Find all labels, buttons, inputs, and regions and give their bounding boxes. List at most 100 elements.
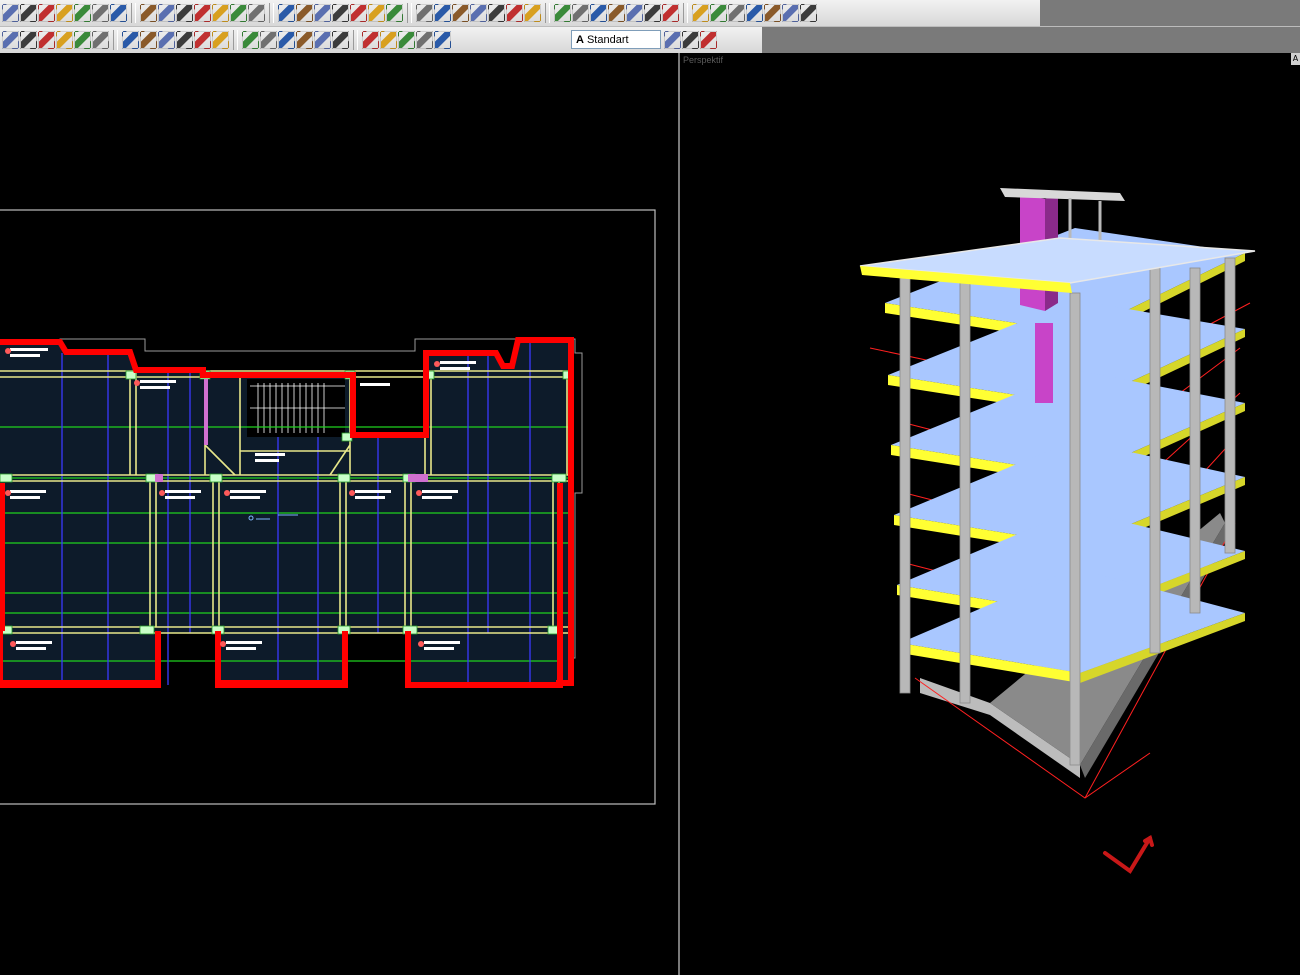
toolbar-separator (353, 30, 358, 50)
lightning-icon[interactable] (764, 4, 781, 22)
layer-icon[interactable] (644, 4, 661, 22)
toolbar-separator (407, 3, 412, 23)
toolbar-separator (233, 30, 238, 50)
elevator-shaft-lower (1035, 323, 1053, 403)
chamfer-icon[interactable] (416, 4, 433, 22)
hatch-icon[interactable] (380, 31, 397, 49)
rotate-icon[interactable] (212, 4, 229, 22)
pencil-icon[interactable] (110, 4, 127, 22)
offset-icon[interactable] (368, 4, 385, 22)
text-style-prefix: A (576, 34, 584, 46)
arc-tool-icon[interactable] (314, 31, 331, 49)
triangle-icon[interactable] (230, 4, 247, 22)
ortho-icon[interactable] (590, 4, 607, 22)
viewport-corner-button[interactable]: A (1291, 53, 1300, 65)
block-icon[interactable] (416, 31, 433, 49)
table-icon[interactable] (800, 4, 817, 22)
pile-icon[interactable] (56, 31, 73, 49)
dim-linear-icon[interactable] (452, 4, 469, 22)
wall-icon[interactable] (524, 4, 541, 22)
footing-icon[interactable] (38, 31, 55, 49)
zoom-icon[interactable] (38, 4, 55, 22)
select-icon[interactable] (434, 4, 451, 22)
measure-icon[interactable] (682, 31, 699, 49)
print-icon[interactable] (278, 31, 295, 49)
toolbar-row-1 (0, 0, 1300, 27)
move-icon[interactable] (194, 4, 211, 22)
toolbar-row-2-icons (2, 27, 451, 53)
toolbar-separator (131, 3, 136, 23)
circle-tool-icon[interactable] (332, 31, 349, 49)
lower-slab-2 (218, 631, 345, 685)
cross-icon[interactable] (350, 4, 367, 22)
column (1149, 267, 1161, 654)
toolbar-separator (269, 3, 274, 23)
column (959, 282, 971, 704)
toolbar-row-2: A Standart (0, 26, 1300, 54)
detail-icon[interactable] (158, 31, 175, 49)
toolbar-row-1-empty (1040, 0, 1300, 26)
elevation-icon[interactable] (140, 31, 157, 49)
perspective-viewport-label: Perspektif (683, 55, 724, 65)
stair-icon[interactable] (554, 4, 571, 22)
trim-icon[interactable] (296, 4, 313, 22)
layer-props-icon[interactable] (434, 31, 451, 49)
osnap-icon[interactable] (626, 4, 643, 22)
lower-slab-3 (408, 631, 560, 685)
toolbar-separator (545, 3, 550, 23)
window-icon[interactable] (700, 31, 717, 49)
column (1069, 292, 1081, 766)
plan-drawing[interactable] (0, 53, 678, 975)
column (1189, 267, 1201, 614)
fillet-icon[interactable] (386, 4, 403, 22)
dim-angle-icon[interactable] (470, 4, 487, 22)
properties-icon[interactable] (746, 4, 763, 22)
beam-icon[interactable] (488, 4, 505, 22)
stirrup-icon[interactable] (20, 31, 37, 49)
report-icon[interactable] (782, 4, 799, 22)
column (899, 277, 911, 694)
draw-line-icon[interactable] (92, 4, 109, 22)
drawing-icon[interactable] (260, 31, 277, 49)
intersect-icon[interactable] (332, 4, 349, 22)
lock-icon[interactable] (692, 4, 709, 22)
text-style-select[interactable]: A Standart (571, 30, 661, 49)
polar-icon[interactable] (608, 4, 625, 22)
text-style-icon[interactable] (296, 31, 313, 49)
text-icon[interactable] (158, 4, 175, 22)
zoom-extents-icon[interactable] (20, 4, 37, 22)
plan-viewport[interactable] (0, 53, 678, 975)
mesh-icon[interactable] (710, 4, 727, 22)
analysis-icon[interactable] (194, 31, 211, 49)
ucs-axis-icon[interactable] (1103, 834, 1154, 874)
building-3d-model[interactable] (680, 53, 1300, 975)
column (1224, 257, 1236, 554)
results-icon[interactable] (212, 31, 229, 49)
zoom-all-icon[interactable] (56, 4, 73, 22)
rect-tool-icon[interactable] (362, 31, 379, 49)
brush-icon[interactable] (140, 4, 157, 22)
lower-slab-1 (0, 631, 158, 685)
arc-icon[interactable] (176, 4, 193, 22)
load-icon[interactable] (176, 31, 193, 49)
zoom-window-icon[interactable] (2, 4, 19, 22)
design-icon[interactable] (242, 31, 259, 49)
slab-icon[interactable] (506, 4, 523, 22)
rebar-icon[interactable] (2, 31, 19, 49)
column-section-icon[interactable] (92, 31, 109, 49)
extend-icon[interactable] (314, 4, 331, 22)
cut-icon[interactable] (728, 4, 745, 22)
pan-icon[interactable] (74, 4, 91, 22)
column-icon[interactable] (248, 4, 265, 22)
snap-icon[interactable] (572, 4, 589, 22)
section-cut-icon[interactable] (122, 31, 139, 49)
toolbar-separator (683, 3, 688, 23)
grid-icon[interactable] (278, 4, 295, 22)
light-icon[interactable] (662, 4, 679, 22)
beam-section-icon[interactable] (74, 31, 91, 49)
toolbar-row-1-icons (2, 0, 817, 26)
dropdown-icon[interactable] (664, 31, 681, 49)
table-tool-icon[interactable] (398, 31, 415, 49)
perspective-viewport[interactable]: Perspektif A (680, 53, 1300, 975)
notch-2 (347, 633, 407, 685)
